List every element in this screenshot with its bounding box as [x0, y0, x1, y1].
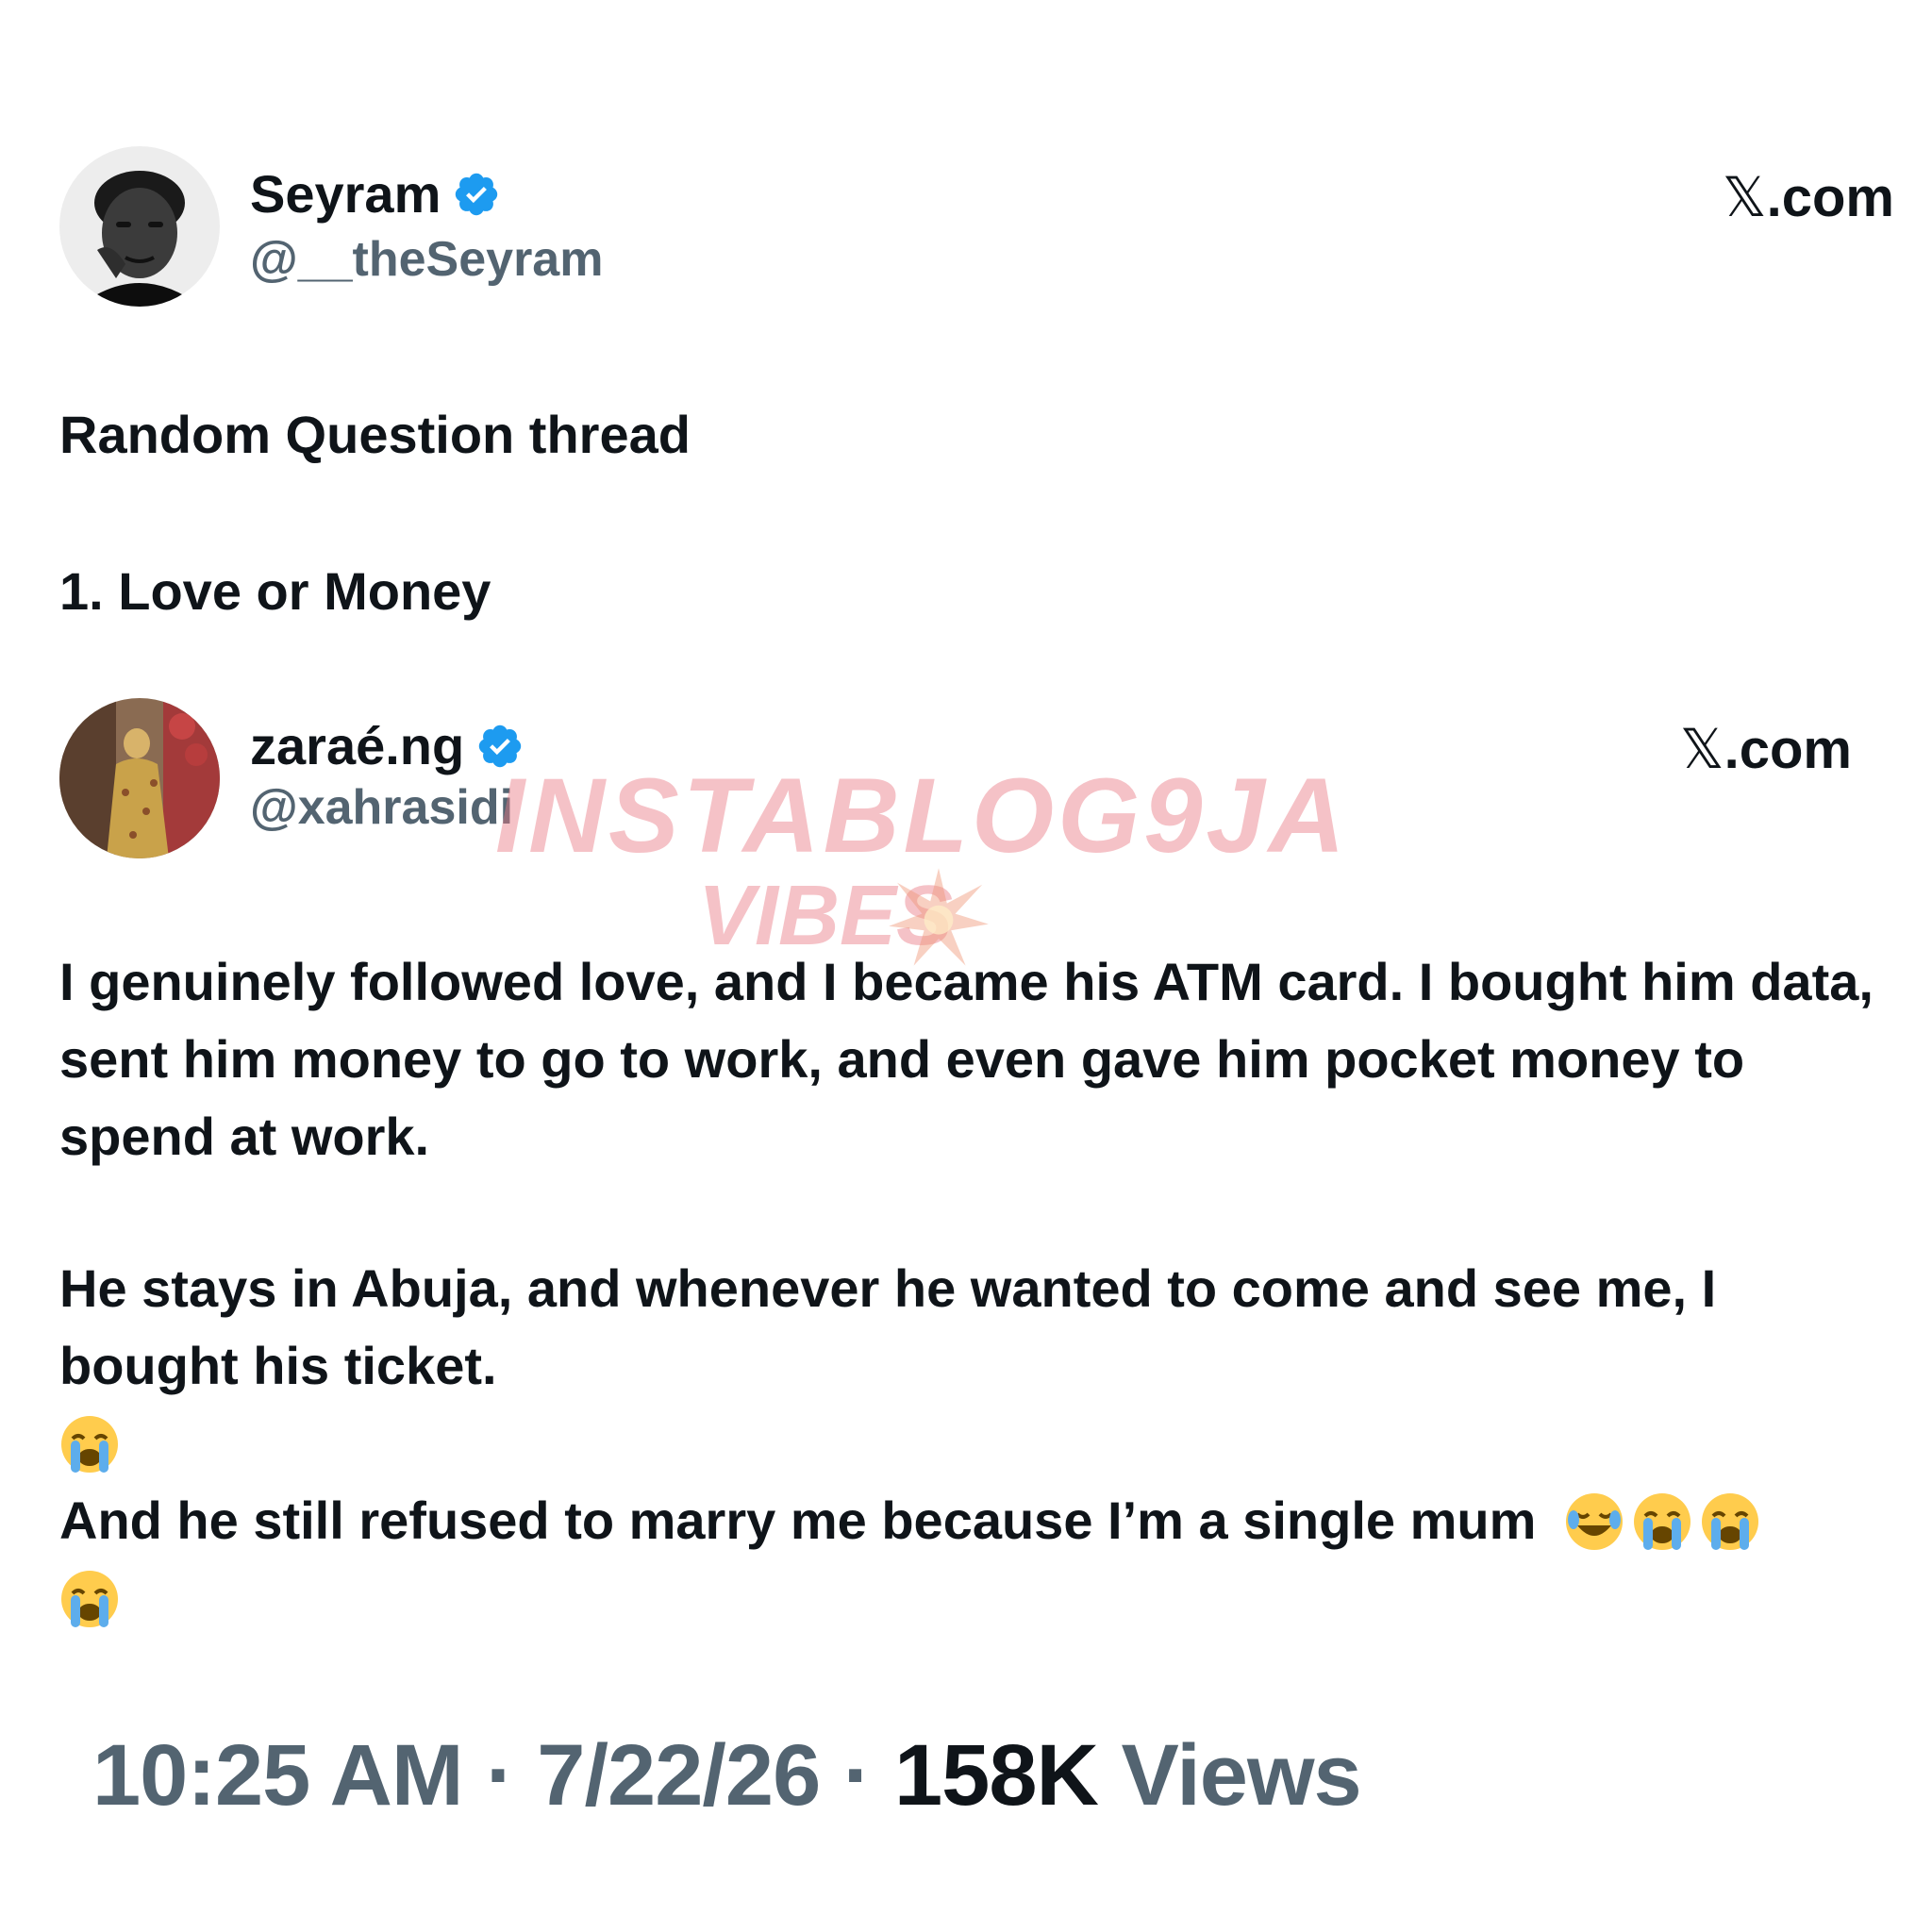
- seyram-avatar[interactable]: [59, 146, 220, 307]
- loudly-crying-face-emoji: [59, 1569, 120, 1629]
- separator-dot: ·: [462, 1727, 538, 1824]
- author-name[interactable]: zaraé.ng: [250, 715, 464, 776]
- tweet2-paragraph-1: I genuinely followed love, and I became …: [59, 952, 1874, 1166]
- loudly-crying-face-emoji: [1632, 1491, 1692, 1552]
- brand-domain: .com: [1724, 719, 1852, 780]
- tweet2-paragraph-2: He stays in Abuja, and whenever he wante…: [59, 1258, 1717, 1395]
- loudly-crying-face-emoji: [59, 1414, 120, 1474]
- author-handle[interactable]: @xahrasidi: [250, 779, 513, 836]
- timestamp-date[interactable]: 7/22/26: [537, 1727, 821, 1824]
- tweet1-title: Random Question thread: [59, 405, 691, 464]
- tweet1-question: 1. Love or Money: [59, 561, 491, 621]
- views-count[interactable]: 158K: [894, 1727, 1099, 1824]
- tears-of-joy-emoji: [1564, 1491, 1624, 1552]
- tweet2-header: zaraé.ng @xahrasidi 𝕏 .com: [59, 698, 1890, 858]
- verified-badge-icon: [475, 722, 525, 771]
- author-name[interactable]: Seyram: [250, 163, 441, 225]
- author-handle[interactable]: @__theSeyram: [250, 231, 603, 288]
- x-com-link[interactable]: 𝕏 .com: [1680, 717, 1852, 781]
- brand-domain: .com: [1766, 167, 1894, 228]
- zarae-avatar[interactable]: [59, 698, 220, 858]
- tweet1-header: Seyram @__theSeyram 𝕏 .com: [59, 146, 1894, 307]
- x-logo-icon: 𝕏: [1679, 717, 1724, 781]
- tweet2-paragraph-3-row: And he still refused to marry me because…: [59, 1482, 1880, 1559]
- crying-emoji-row: [59, 1559, 1880, 1637]
- x-logo-icon: 𝕏: [1722, 165, 1767, 229]
- crying-emoji-row: [59, 1405, 1880, 1482]
- author-name-row[interactable]: zaraé.ng: [250, 715, 525, 776]
- x-com-link[interactable]: 𝕏 .com: [1723, 165, 1894, 229]
- tweet2-paragraph-2-block: He stays in Abuja, and whenever he wante…: [59, 1250, 1880, 1637]
- loudly-crying-face-emoji: [1700, 1491, 1760, 1552]
- separator-dot: ·: [820, 1727, 895, 1824]
- author-name-row[interactable]: Seyram: [250, 163, 501, 225]
- tweet2-paragraph-3: And he still refused to marry me because…: [59, 1491, 1537, 1550]
- tweet-meta: 10:25 AM · 7/22/26 · 158K Views: [92, 1726, 1362, 1825]
- views-label: Views: [1097, 1727, 1362, 1824]
- timestamp-time[interactable]: 10:25 AM: [92, 1727, 464, 1824]
- verified-badge-icon: [452, 170, 501, 219]
